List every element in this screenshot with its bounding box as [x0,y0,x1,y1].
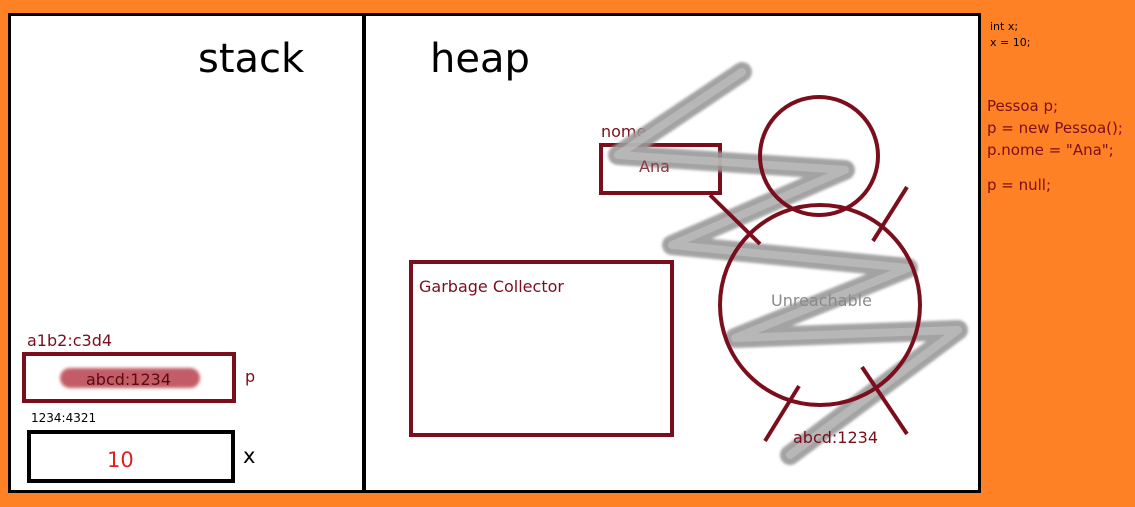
code-line: Pessoa p; [987,97,1059,115]
code-block-primitive: int x; x = 10; [990,19,1030,51]
unreachable-label: Unreachable [771,291,872,310]
object-address-label: abcd:1234 [793,428,879,447]
code-line: int x; [990,20,1019,33]
code-line: p = null; [987,176,1052,194]
code-line: p.nome = "Ana"; [987,141,1114,159]
code-block-object: Pessoa p; p = new Pessoa(); p.nome = "An… [987,95,1123,161]
heap-object-drawing [608,62,968,465]
code-line: x = 10; [990,36,1031,49]
strike-through-scribble [608,62,968,465]
nome-field-value: Ana [639,157,670,176]
code-block-null: p = null; [987,176,1051,194]
code-line: p = new Pessoa(); [987,119,1123,137]
